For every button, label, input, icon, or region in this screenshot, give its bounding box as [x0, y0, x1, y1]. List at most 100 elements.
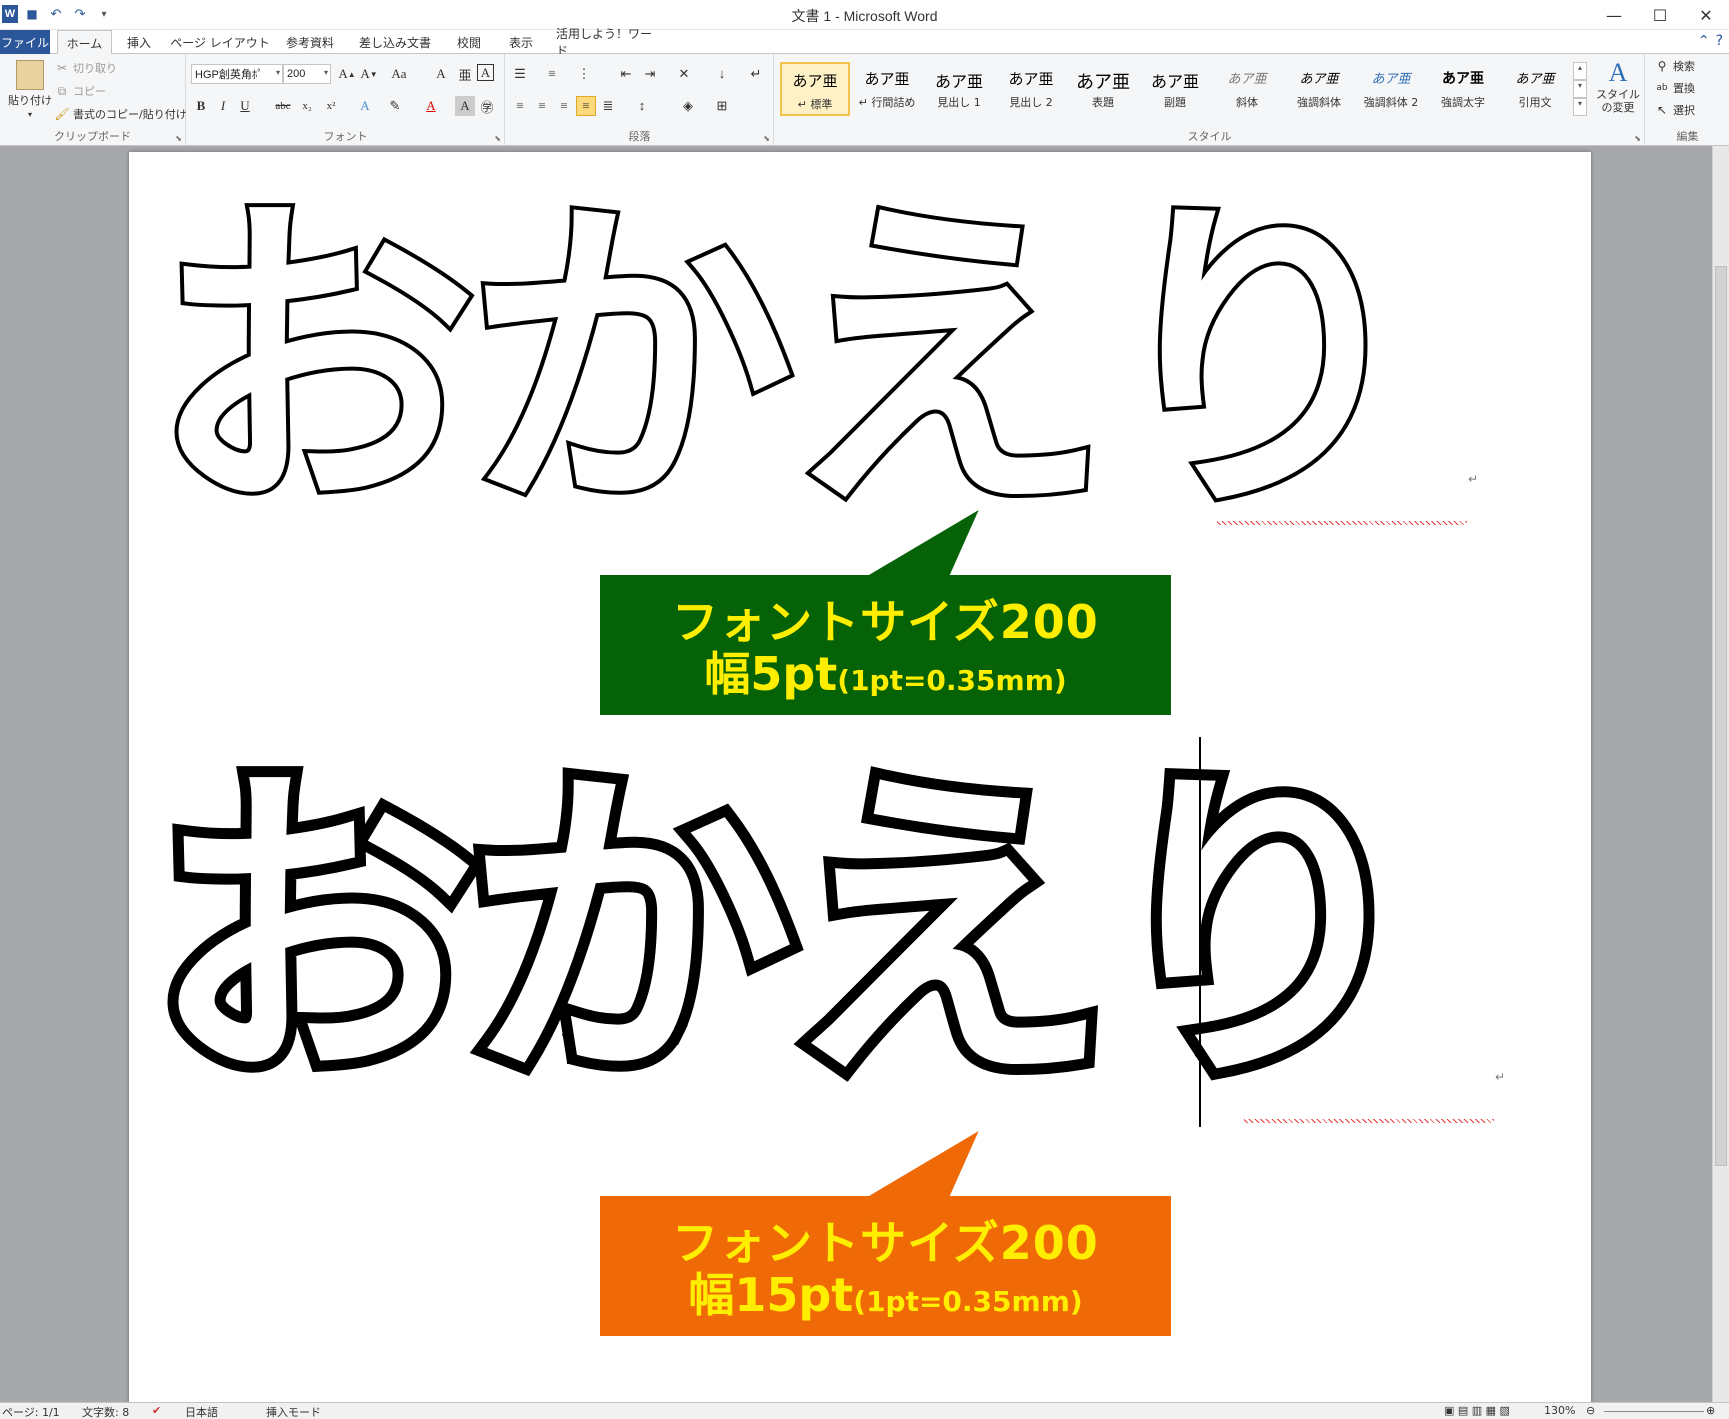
zoom-out-icon[interactable]: ⊖	[1586, 1404, 1595, 1417]
close-button[interactable]: ✕	[1683, 0, 1729, 30]
font-launcher-icon[interactable]: ⬊	[494, 134, 501, 143]
style-item[interactable]: あア亜 副題	[1140, 62, 1210, 116]
clear-format-icon[interactable]: A	[431, 64, 451, 84]
insert-mode[interactable]: 挿入モード	[266, 1404, 321, 1419]
bullets-icon[interactable]: ☰	[510, 64, 530, 84]
decrease-indent-icon[interactable]: ⇤	[616, 64, 636, 84]
character-shading-icon[interactable]: A	[455, 96, 475, 116]
grow-font-icon[interactable]: A ▲	[337, 64, 357, 84]
find-button[interactable]: ⚲ 検索	[1654, 58, 1695, 74]
strikethrough-icon[interactable]: abc	[273, 96, 293, 116]
line-spacing-icon[interactable]: ↕	[632, 96, 652, 116]
enclose-characters-icon[interactable]: ㊫	[477, 96, 497, 116]
style-item[interactable]: あア亜 強調斜体 2	[1356, 62, 1426, 116]
proofing-icon[interactable]: ✔	[152, 1404, 161, 1417]
font-size-combo[interactable]: 200 ▾	[283, 64, 331, 84]
multilevel-list-icon[interactable]: ⋮	[574, 64, 594, 84]
bold-icon[interactable]: B	[191, 96, 211, 116]
character-border-icon[interactable]: A	[477, 64, 494, 81]
help-icon[interactable]: ?	[1716, 33, 1723, 49]
subscript-icon[interactable]: x₂	[297, 96, 317, 116]
outlined-text-15pt[interactable]: おかえり	[138, 756, 1438, 1108]
paragraph-launcher-icon[interactable]: ⬊	[763, 134, 770, 143]
sort-icon[interactable]: ↓	[712, 64, 732, 84]
clipboard-group: 貼り付け ▾ ✂ 切り取り ⧉ コピー 🖌 書式のコピー/貼り付け クリップボー…	[0, 54, 187, 146]
tab-katsuyou[interactable]: 活用しよう！ワード	[556, 27, 656, 58]
tab-insert[interactable]: 挿入	[118, 30, 160, 54]
minimize-ribbon-icon[interactable]: ⌃	[1698, 33, 1710, 49]
justify-icon[interactable]: ≡	[576, 96, 596, 116]
change-case-icon[interactable]: Aa	[389, 64, 409, 84]
title-bar: W ■ ↶ ↷ ▾ 文書 1 - Microsoft Word — ☐ ✕	[0, 0, 1729, 30]
style-item[interactable]: あア亜 表題	[1068, 62, 1138, 116]
numbering-icon[interactable]: ≡	[542, 64, 562, 84]
align-right-icon[interactable]: ≡	[554, 96, 574, 116]
style-item[interactable]: あア亜 強調太字	[1428, 62, 1498, 116]
window-title: 文書 1 - Microsoft Word	[791, 8, 938, 24]
styles-more-icon[interactable]: ▾	[1573, 98, 1587, 116]
underline-icon[interactable]: U	[235, 96, 255, 116]
select-button[interactable]: ↖ 選択	[1654, 102, 1695, 118]
tab-references[interactable]: 参考資料	[280, 30, 340, 54]
page-count[interactable]: ページ: 1/1	[2, 1404, 60, 1419]
font-group: HGP創英角ﾎﾟ ▾ 200 ▾ A ▲ A ▼ Aa A 亜 A B I U abc …	[187, 54, 505, 146]
tab-page-layout[interactable]: ページ レイアウト	[170, 30, 270, 54]
italic-icon[interactable]: I	[213, 96, 233, 116]
tab-view[interactable]: 表示	[500, 30, 542, 54]
superscript-icon[interactable]: x²	[321, 96, 341, 116]
word-count[interactable]: 文字数: 8	[82, 1404, 129, 1419]
align-center-icon[interactable]: ≡	[532, 96, 552, 116]
tab-file[interactable]: ファイル	[0, 30, 50, 54]
asian-layout-icon[interactable]: ✕	[674, 64, 694, 84]
tab-home[interactable]: ホーム	[57, 30, 112, 55]
tab-mailings[interactable]: 差し込み文書	[352, 30, 438, 54]
callout-15pt-line1: フォントサイズ200	[672, 1216, 1099, 1270]
styles-scroll-up-icon[interactable]: ▴	[1573, 62, 1587, 80]
styles-launcher-icon[interactable]: ⬊	[1634, 134, 1641, 143]
zoom-in-icon[interactable]: ⊕	[1706, 1404, 1715, 1417]
change-styles-button[interactable]: A スタイルの変更	[1593, 58, 1643, 114]
phonetic-guide-icon[interactable]: 亜	[455, 64, 475, 84]
vertical-scrollbar[interactable]	[1712, 146, 1729, 1402]
cut-button[interactable]: ✂ 切り取り	[54, 60, 117, 76]
paste-button[interactable]: 貼り付け ▾	[8, 60, 52, 119]
zoom-level[interactable]: 130%	[1544, 1404, 1575, 1417]
style-item[interactable]: あア亜 引用文	[1500, 62, 1570, 116]
cursor-icon: ↖	[1656, 103, 1668, 117]
outlined-text-5pt[interactable]: おかえり	[145, 193, 1431, 531]
font-name-combo[interactable]: HGP創英角ﾎﾟ ▾	[191, 64, 283, 84]
zoom-slider[interactable]	[1604, 1411, 1704, 1412]
style-item[interactable]: あア亜 斜体	[1212, 62, 1282, 116]
distributed-icon[interactable]: ≣	[598, 96, 618, 116]
align-left-icon[interactable]: ≡	[510, 96, 530, 116]
document-page[interactable]: おかえり ↵ フォントサイズ200 幅5pt(1pt=0.35mm) おかえり …	[129, 152, 1591, 1402]
maximize-button[interactable]: ☐	[1637, 0, 1683, 30]
style-item[interactable]: あア亜 ↵ 標準	[780, 62, 850, 116]
style-item[interactable]: あア亜 強調斜体	[1284, 62, 1354, 116]
tab-review[interactable]: 校閲	[448, 30, 490, 54]
increase-indent-icon[interactable]: ⇥	[640, 64, 660, 84]
replace-button[interactable]: ab 置換	[1654, 80, 1695, 96]
show-marks-icon[interactable]: ↵	[746, 64, 766, 84]
shading-icon[interactable]: ◈	[678, 96, 698, 116]
minimize-button[interactable]: —	[1591, 0, 1637, 30]
borders-icon[interactable]: ⊞	[712, 96, 732, 116]
language[interactable]: 日本語	[185, 1404, 218, 1419]
editing-group-label: 編集	[1676, 130, 1699, 143]
style-item[interactable]: あア亜 見出し 1	[924, 62, 994, 116]
style-item[interactable]: あア亜 ↵ 行間詰め	[852, 62, 922, 116]
font-color-icon[interactable]: A	[421, 96, 441, 116]
clipboard-group-label: クリップボード	[54, 130, 131, 143]
text-effects-icon[interactable]: A	[355, 96, 375, 116]
copy-button[interactable]: ⧉ コピー	[54, 83, 106, 99]
clipboard-launcher-icon[interactable]: ⬊	[175, 134, 182, 143]
style-item[interactable]: あア亜 見出し 2	[996, 62, 1066, 116]
view-buttons[interactable]: ▣ ▤ ▥ ▦ ▧	[1444, 1404, 1510, 1417]
styles-scroll-down-icon[interactable]: ▾	[1573, 80, 1587, 98]
scrollbar-thumb[interactable]	[1715, 266, 1727, 1166]
ribbon: 貼り付け ▾ ✂ 切り取り ⧉ コピー 🖌 書式のコピー/貼り付け クリップボー…	[0, 54, 1729, 146]
shrink-font-icon[interactable]: A ▼	[359, 64, 379, 84]
format-painter-button[interactable]: 🖌 書式のコピー/貼り付け	[54, 106, 186, 122]
callout-5pt-line1: フォントサイズ200	[672, 595, 1099, 649]
highlight-icon[interactable]: ✎	[385, 96, 405, 116]
